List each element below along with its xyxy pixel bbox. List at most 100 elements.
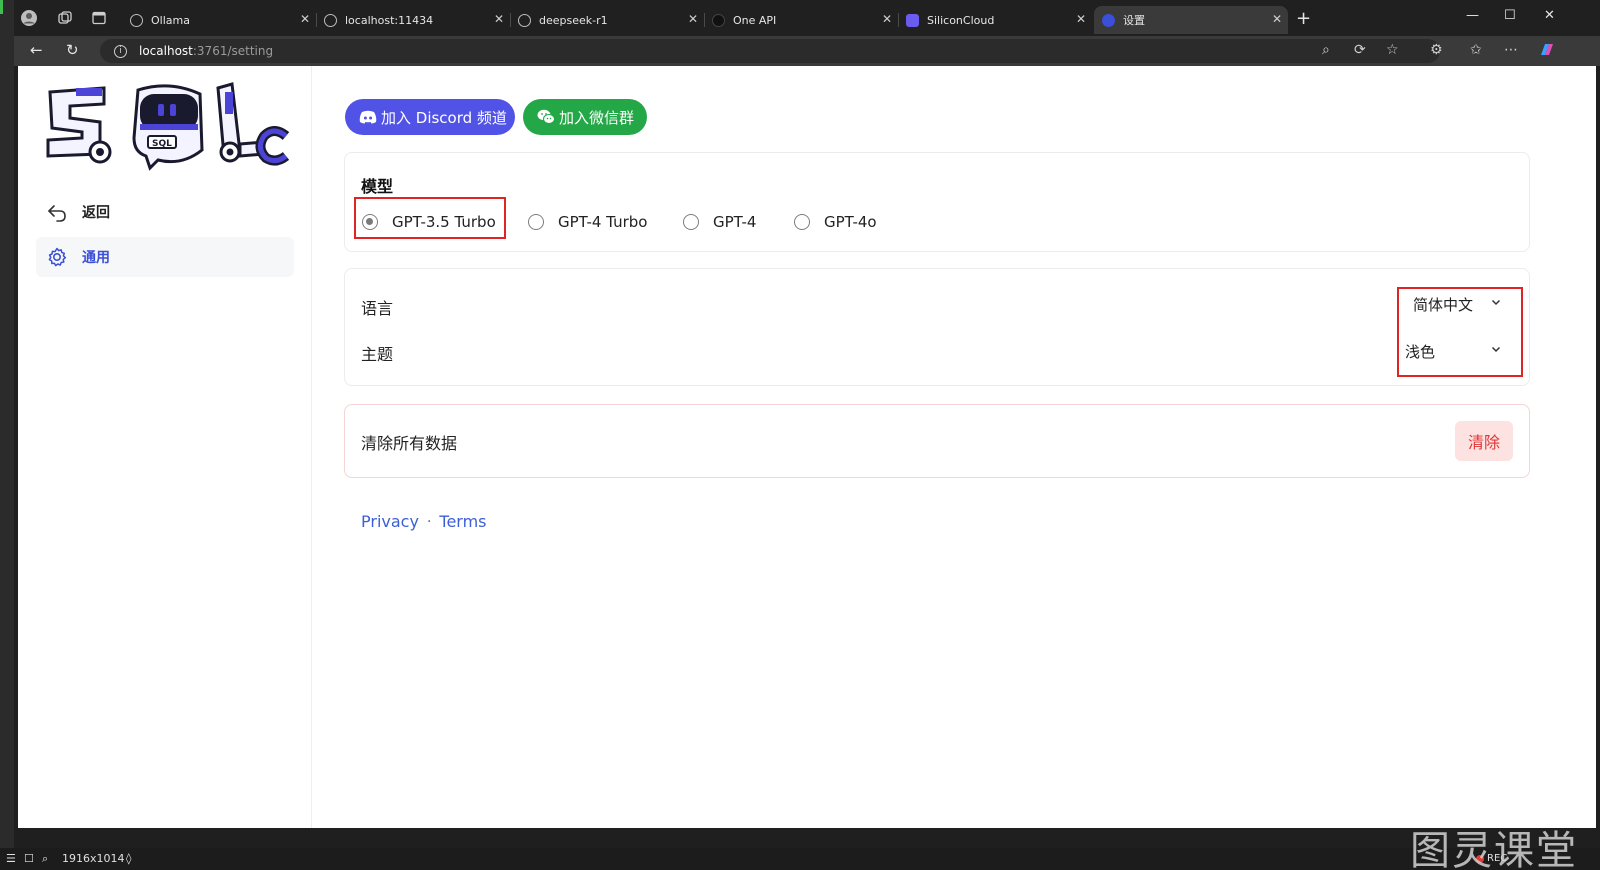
address-bar[interactable]: i localhost :3761/setting [100, 39, 1440, 63]
footer-separator: · [426, 513, 432, 530]
join-wechat-button[interactable]: 加入微信群 [523, 99, 647, 135]
close-tab-icon[interactable]: ✕ [688, 12, 698, 26]
model-option-gpt-4-turbo[interactable]: GPT-4 Turbo [528, 211, 647, 233]
back-return-icon [46, 201, 68, 223]
model-option-gpt-4o[interactable]: GPT-4o [794, 211, 877, 233]
language-label: 语言 [361, 299, 394, 318]
sidebar-item-back[interactable]: 返回 [36, 192, 294, 232]
site-info-icon[interactable]: i [114, 44, 127, 58]
sidebar-item-general[interactable]: 通用 [36, 237, 294, 277]
join-discord-button[interactable]: 加入 Discord 频道 [345, 99, 515, 135]
close-tab-icon[interactable]: ✕ [1272, 12, 1282, 26]
clear-button[interactable]: 清除 [1455, 421, 1513, 461]
join-discord-label: 加入 Discord 频道 [381, 108, 507, 127]
theme-select-value: 浅色 [1405, 342, 1436, 361]
close-tab-icon[interactable]: ✕ [494, 12, 504, 26]
svg-text:SQL: SQL [152, 139, 172, 149]
one-api-favicon-icon [712, 13, 725, 27]
radio-icon [528, 214, 544, 230]
url-path: :3761/setting [192, 44, 274, 58]
url-host: localhost [139, 44, 193, 58]
tab-title: deepseek-r1 [539, 13, 608, 27]
favorite-star-icon[interactable]: ☆ [1386, 42, 1399, 58]
model-option-gpt-3-5-turbo[interactable]: GPT-3.5 Turbo [362, 211, 496, 233]
siliconcloud-favicon-icon [906, 13, 919, 27]
tab-title: One API [733, 13, 777, 27]
radio-label: GPT-4o [824, 213, 877, 231]
sqlchat-logo: SQL [42, 82, 290, 172]
vertical-tabs-icon[interactable] [90, 9, 108, 27]
ollama-favicon-icon [518, 13, 531, 27]
recorder-statusbar: ☰ ☐ ⌕ 1916x1014 ◊ [0, 848, 1600, 870]
tab-siliconcloud[interactable]: SiliconCloud ✕ [898, 6, 1092, 34]
ollama-favicon-icon [130, 13, 143, 27]
tab-deepseek-r1[interactable]: deepseek-r1 ✕ [510, 6, 704, 34]
maximize-icon[interactable]: ☐ [1504, 8, 1516, 23]
close-tab-icon[interactable]: ✕ [882, 12, 892, 26]
preferences-card: 语言 主题 简体中文 浅色 [344, 268, 1530, 386]
audio-icon[interactable]: ◊ [126, 852, 131, 865]
chevron-down-icon [1491, 296, 1501, 310]
gear-icon [46, 246, 68, 268]
tab-title: 设置 [1123, 14, 1145, 27]
zoom-icon[interactable]: ⌕ [1322, 42, 1330, 58]
close-tab-icon[interactable]: ✕ [300, 12, 310, 26]
globe-icon [324, 13, 337, 27]
tab-localhost-11434[interactable]: localhost:11434 ✕ [316, 6, 510, 34]
extensions-icon[interactable]: ⚙ [1430, 42, 1443, 58]
radio-label: GPT-4 Turbo [558, 213, 648, 231]
footer-links: Privacy · Terms [361, 512, 487, 531]
join-wechat-label: 加入微信群 [559, 108, 635, 127]
profile-icon[interactable] [20, 9, 38, 27]
sidebar-item-label: 通用 [82, 250, 110, 266]
model-card: 模型 GPT-3.5 Turbo GPT-4 Turbo GPT-4 GPT-4… [344, 152, 1530, 252]
clear-data-label: 清除所有数据 [361, 434, 458, 453]
tab-ollama[interactable]: Ollama ✕ [122, 6, 316, 34]
sidebar-item-label: 返回 [82, 205, 110, 221]
sidebar: SQL 返回 通用 [18, 66, 312, 828]
minimize-icon[interactable]: — [1466, 8, 1479, 23]
clear-data-card: 清除所有数据 清除 [344, 404, 1530, 478]
close-tab-icon[interactable]: ✕ [1076, 12, 1086, 26]
radio-icon [683, 214, 699, 230]
settings-main: 加入 Discord 频道 加入微信群 模型 GPT-3.5 Turbo GPT… [312, 66, 1596, 828]
language-select[interactable]: 简体中文 [1401, 286, 1515, 322]
new-tab-icon[interactable]: + [1296, 8, 1311, 29]
reload-icon[interactable]: ↻ [66, 41, 79, 59]
discord-icon [359, 110, 377, 124]
tab-one-api[interactable]: One API ✕ [704, 6, 898, 34]
settings-page: SQL 返回 通用 加入 Discord 频道 加入微信群 模型 GPT-3.5… [18, 66, 1596, 828]
theme-label: 主题 [361, 345, 394, 364]
terms-link[interactable]: Terms [439, 512, 486, 531]
radio-icon [794, 214, 810, 230]
favorites-icon[interactable]: ✩ [1470, 42, 1482, 58]
privacy-link[interactable]: Privacy [361, 512, 419, 531]
model-section-title: 模型 [361, 177, 394, 196]
watermark: 图灵课堂 [1410, 828, 1578, 870]
tab-title: localhost:11434 [345, 13, 434, 27]
radio-label: GPT-4 [713, 213, 757, 231]
sqlchat-favicon-icon [1102, 13, 1115, 27]
back-arrow-icon[interactable]: ← [30, 41, 43, 59]
window-select-icon[interactable]: ☐ [24, 852, 34, 865]
radio-selected-icon [362, 214, 378, 230]
resolution-readout: 1916x1014 [62, 852, 125, 865]
refresh-ext-icon[interactable]: ⟳ [1354, 42, 1366, 58]
region-select-icon[interactable]: ⌕ [42, 852, 48, 866]
chevron-down-icon [1491, 343, 1501, 357]
tab-title: Ollama [151, 13, 190, 27]
theme-select[interactable]: 浅色 [1393, 333, 1515, 369]
more-menu-icon[interactable]: ⋯ [1504, 42, 1518, 58]
browser-toolbar: ← ↻ i localhost :3761/setting ⌕ ⟳ ☆ ⚙ ✩ … [14, 36, 1600, 66]
copilot-icon[interactable] [1538, 41, 1556, 63]
radio-label: GPT-3.5 Turbo [392, 213, 496, 231]
model-option-gpt-4[interactable]: GPT-4 [683, 211, 756, 233]
workspaces-icon[interactable] [56, 9, 74, 27]
close-window-icon[interactable]: ✕ [1544, 8, 1555, 23]
window-edge [0, 0, 14, 848]
menu-icon[interactable]: ☰ [6, 852, 16, 865]
language-select-value: 简体中文 [1413, 295, 1474, 314]
tab-settings[interactable]: 设置 ✕ [1094, 6, 1288, 34]
tab-title: SiliconCloud [927, 13, 995, 27]
browser-tabbar: Ollama ✕ localhost:11434 ✕ deepseek-r1 ✕… [14, 0, 1600, 36]
